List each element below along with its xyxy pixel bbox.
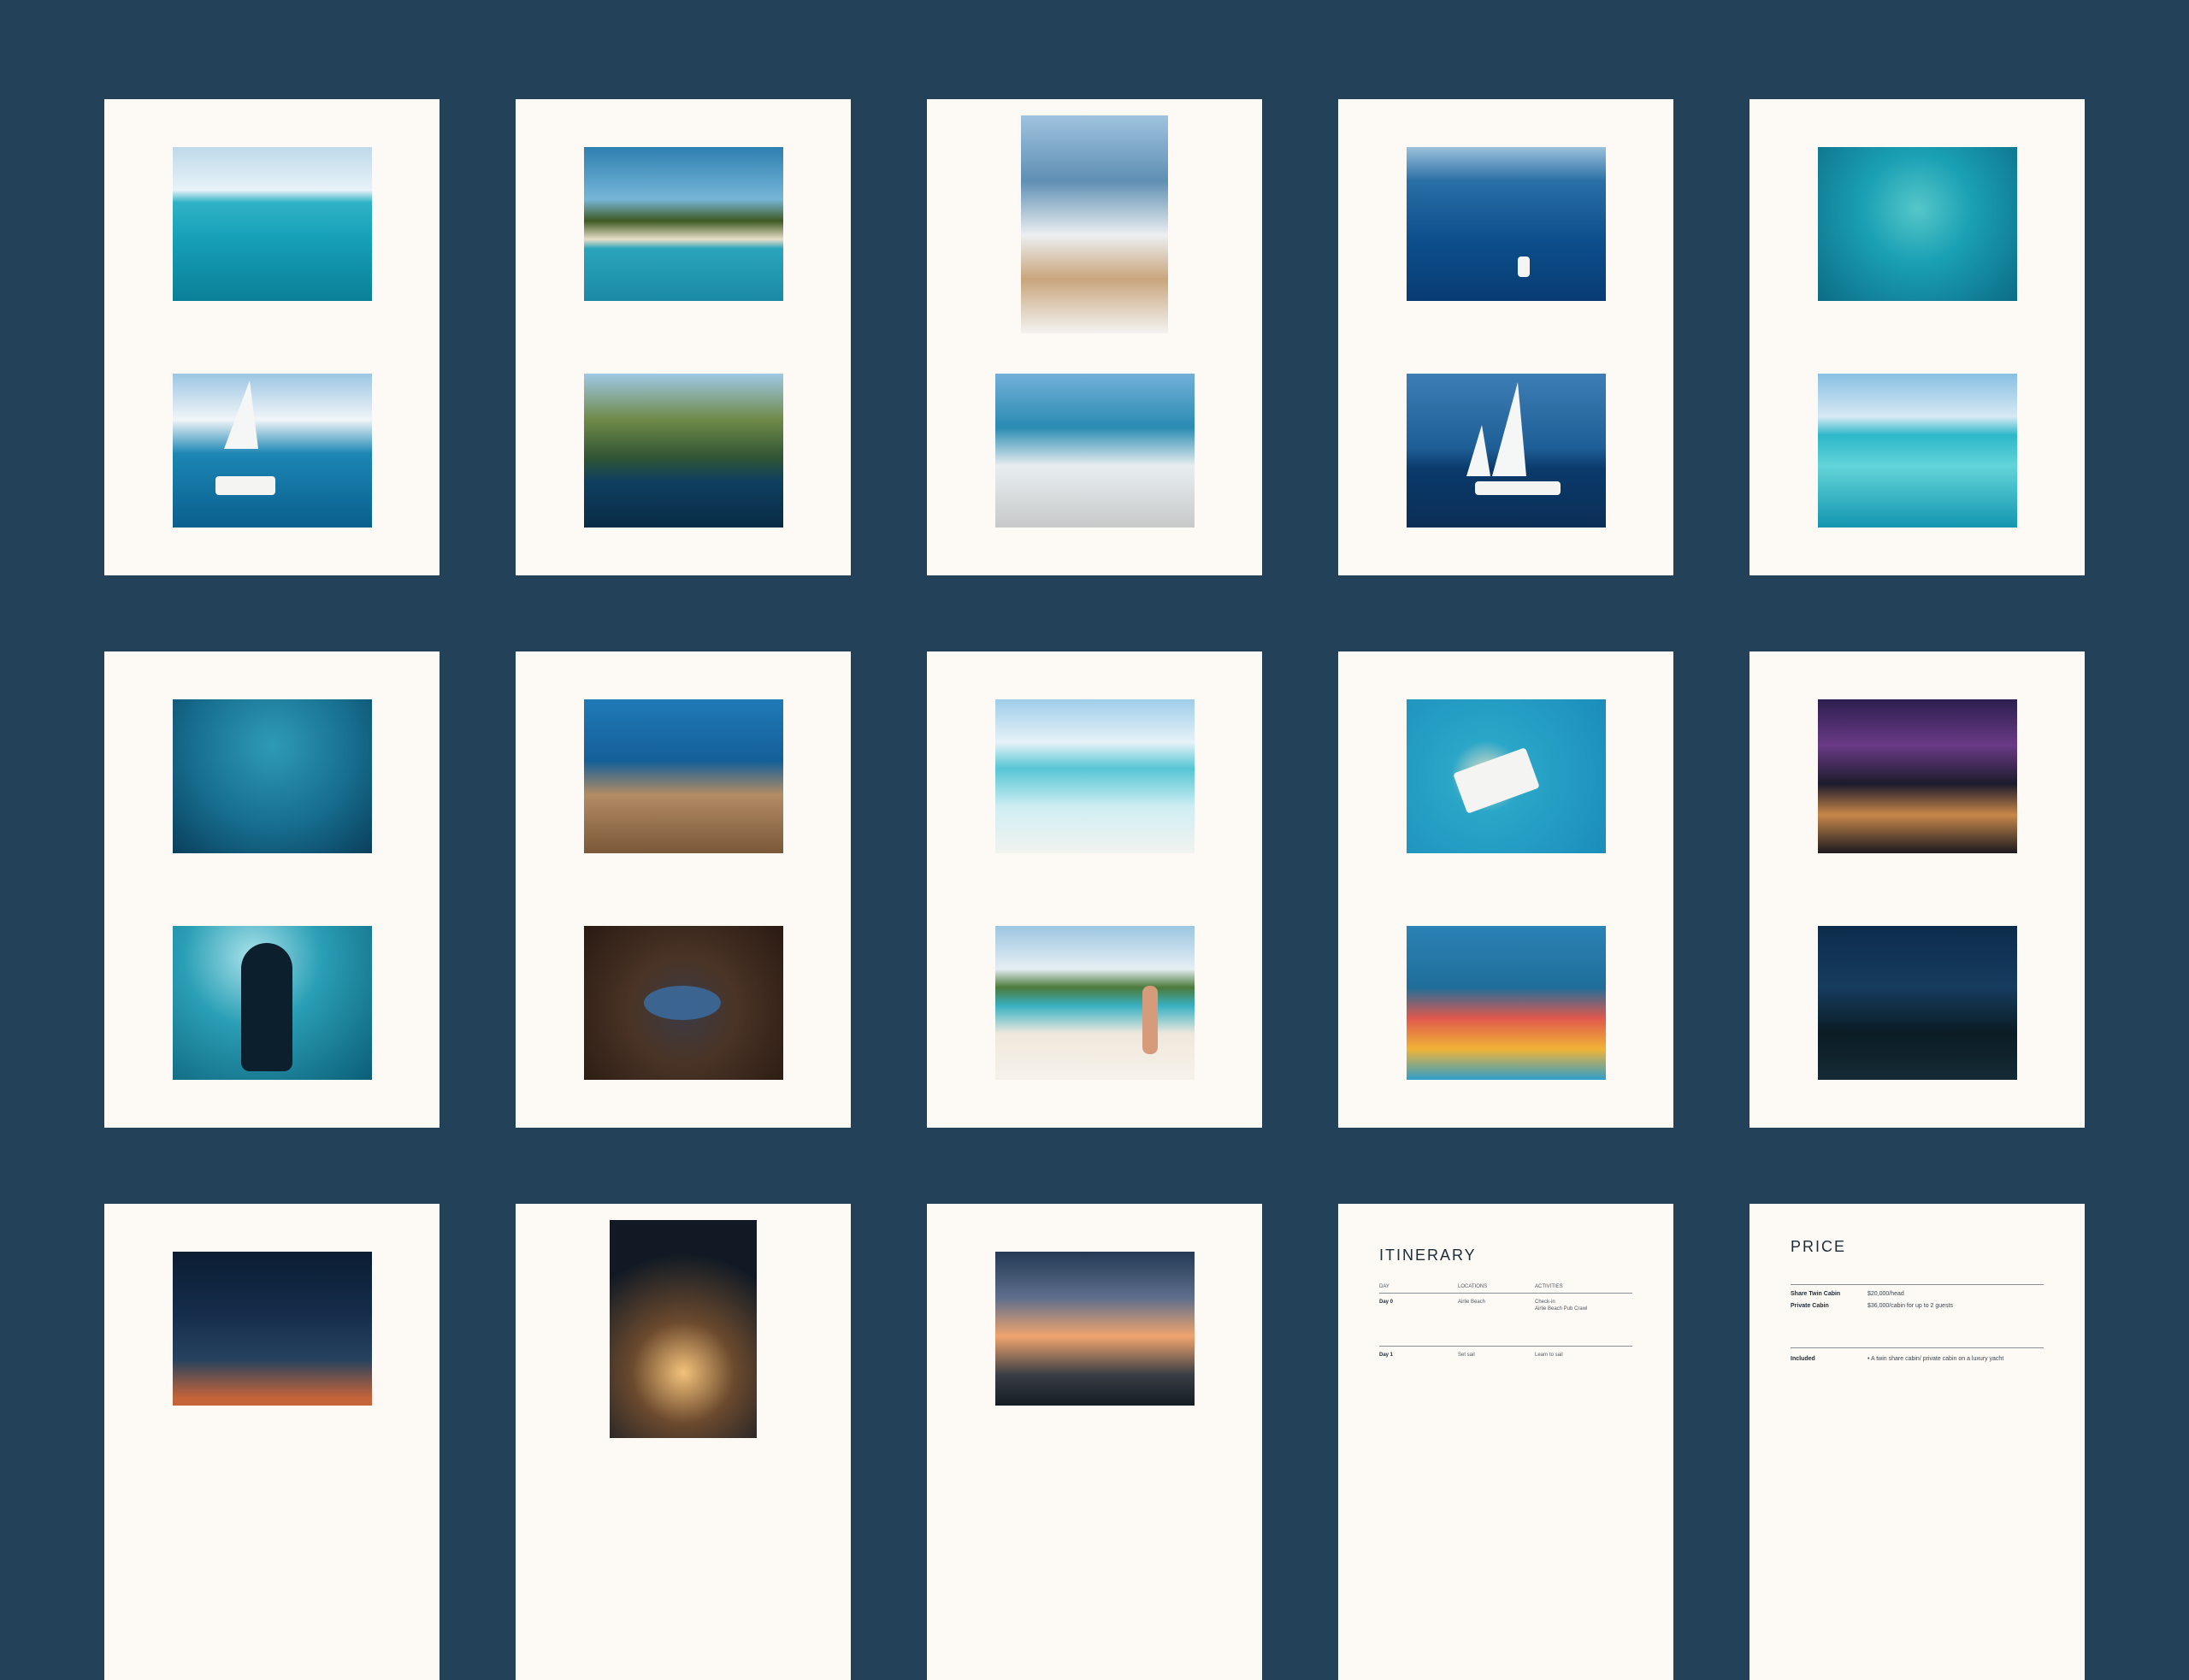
itinerary-rule-2 (1379, 1346, 1632, 1347)
photo-beach-walk (995, 926, 1195, 1080)
photo-giant-clam (584, 926, 783, 1080)
photo-white-sails (1407, 374, 1606, 528)
photo-fish-school (173, 699, 372, 853)
itinerary-day-0: Day 0 (1379, 1300, 1394, 1305)
photo-catamaran-sailing (173, 374, 372, 528)
photo-sunset-bay (995, 1252, 1195, 1406)
photo-yacht-deck-sunbathing (1021, 115, 1168, 333)
photo-crew-on-deck (995, 374, 1195, 528)
itinerary-day-1: Day 1 (1379, 1353, 1394, 1358)
photo-palms-night (1818, 926, 2017, 1080)
page-card-2[interactable] (516, 99, 851, 575)
photo-yacht-cove (584, 374, 783, 528)
itinerary-header-activities: ACTIVITIES (1535, 1284, 1563, 1289)
photo-night-gathering (173, 1252, 372, 1406)
photo-white-sand-beach (995, 699, 1195, 853)
price-included-text: • A twin share cabin/ private cabin on a… (1867, 1356, 2004, 1362)
photo-ocean-aerial (173, 147, 372, 301)
price-rule-2 (1791, 1347, 2044, 1348)
page-card-1[interactable] (104, 99, 440, 575)
photo-snorkeller (173, 926, 372, 1080)
page-card-itinerary[interactable]: ITINERARY DAY LOCATIONS ACTIVITIES Day 0… (1338, 1204, 1673, 1680)
page-card-13[interactable] (927, 1204, 1262, 1680)
price-included-label: Included (1791, 1356, 1815, 1362)
price-value-0: $20,000/head (1867, 1291, 1904, 1297)
page-card-4[interactable] (1338, 99, 1673, 575)
price-rule (1791, 1284, 2044, 1285)
itinerary-location-0: Airlie Beach (1458, 1300, 1486, 1305)
itinerary-rule (1379, 1293, 1632, 1294)
itinerary-header-day: DAY (1379, 1284, 1390, 1289)
itinerary-activity-0b: Airlie Beach Pub Crawl (1535, 1306, 1588, 1312)
itinerary-activity-1a: Learn to sail (1535, 1353, 1563, 1358)
page-card-11[interactable] (104, 1204, 440, 1680)
page-card-12[interactable] (516, 1204, 851, 1680)
price-title: PRICE (1791, 1238, 1847, 1255)
photo-coral-reef (584, 699, 783, 853)
photo-inflatables-group (1407, 926, 1606, 1080)
page-card-7[interactable] (516, 651, 851, 1128)
itinerary-activity-0a: Check-in (1535, 1300, 1555, 1305)
itinerary-title: ITINERARY (1379, 1247, 1477, 1264)
photo-campfire-group (610, 1220, 757, 1438)
price-label-0: Share Twin Cabin (1791, 1291, 1841, 1297)
page-card-10[interactable] (1749, 651, 2085, 1128)
photo-yacht-party-aerial (1407, 699, 1606, 853)
photo-sandbar-island (1818, 374, 2017, 528)
photo-yacht-open-water (1407, 147, 1606, 301)
price-value-1: $36,000/cabin for up to 2 guests (1867, 1303, 1954, 1309)
page-card-6[interactable] (104, 651, 440, 1128)
itinerary-location-1: Set sail (1458, 1353, 1475, 1358)
photo-resort-dusk (1818, 699, 2017, 853)
page-card-price[interactable]: PRICE Share Twin Cabin $20,000/head Priv… (1749, 1204, 2085, 1680)
price-label-1: Private Cabin (1791, 1303, 1829, 1309)
page-card-8[interactable] (927, 651, 1262, 1128)
itinerary-header-locations: LOCATIONS (1458, 1284, 1488, 1289)
page-card-5[interactable] (1749, 99, 2085, 575)
page-card-3[interactable] (927, 99, 1262, 575)
brochure-grid: ITINERARY DAY LOCATIONS ACTIVITIES Day 0… (0, 0, 2189, 1680)
photo-beach-anchorage (584, 147, 783, 301)
page-card-9[interactable] (1338, 651, 1673, 1128)
photo-reef-aerial (1818, 147, 2017, 301)
